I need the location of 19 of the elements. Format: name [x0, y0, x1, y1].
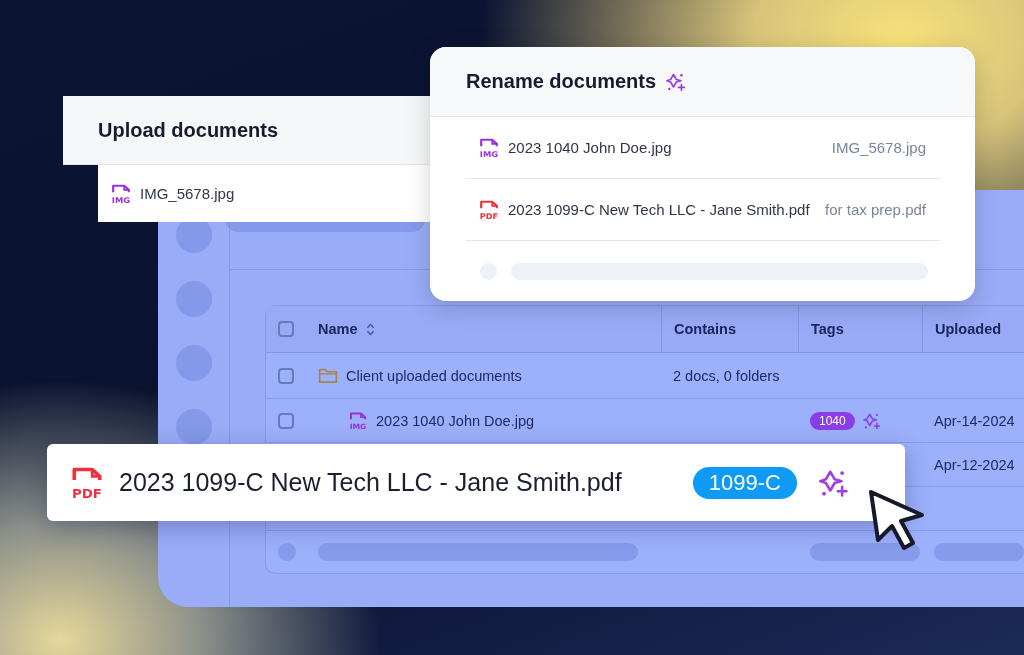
upload-date: Apr-12-2024	[934, 456, 1015, 473]
new-file-name: 2023 1099-C New Tech LLC - Jane Smith.pdf	[508, 201, 810, 218]
original-file-name: IMG_5678.jpg	[831, 139, 926, 156]
file-name: IMG_5678.jpg	[140, 185, 235, 202]
column-header[interactable]: Tags	[811, 321, 844, 337]
folder-name[interactable]: Client uploaded documents	[346, 367, 522, 384]
panel-title: Upload documents	[63, 96, 430, 165]
column-header[interactable]: Contains	[674, 321, 737, 337]
contents-count: 2 docs, 0 folders	[673, 367, 780, 384]
panel-title: Rename documents	[466, 70, 657, 93]
file-row[interactable]: PDF 2023 1099-C New Tech LLC - Jane Smith.pdf 1099-C	[47, 444, 905, 521]
upload-date: Apr-14-2024	[934, 412, 1015, 429]
new-file-name: 2023 1040 John Doe.jpg	[508, 139, 672, 156]
column-header[interactable]: Name	[318, 321, 358, 337]
tag-badge: 1099-C	[692, 466, 797, 499]
file-name: 2023 1099-C New Tech LLC - Jane Smith.pdf	[119, 468, 622, 497]
file-name[interactable]: 2023 1040 John Doe.jpg	[376, 412, 535, 429]
tag-badge: 1040	[810, 411, 855, 430]
original-file-name: for tax prep.pdf	[825, 201, 926, 218]
